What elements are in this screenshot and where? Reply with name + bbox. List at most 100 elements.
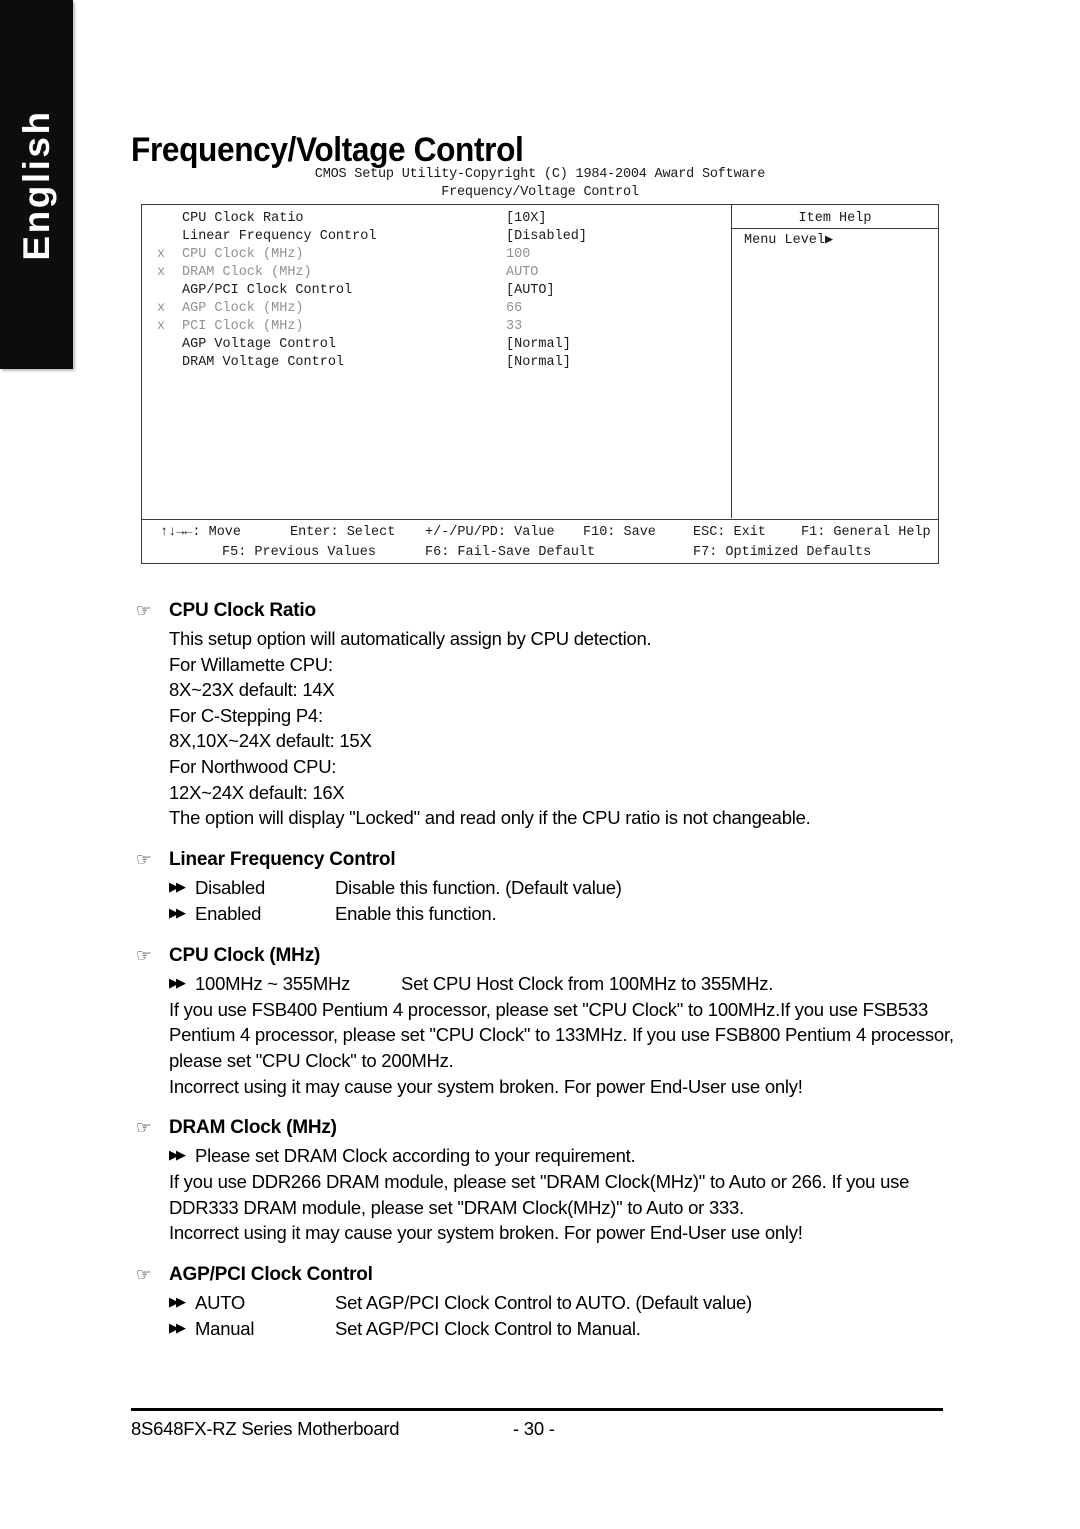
option-row: ▶▶ Disabled Disable this function. (Defau… bbox=[131, 875, 963, 901]
double-arrow-icon: ▶▶ bbox=[169, 1294, 186, 1310]
footer-document-title: 8S648FX-RZ Series Motherboard bbox=[131, 1418, 400, 1439]
option-row: ▶▶ Enabled Enable this function. bbox=[131, 901, 963, 927]
section-heading-label: DRAM Clock (MHz) bbox=[169, 1117, 337, 1139]
row-label: DRAM Voltage Control bbox=[182, 355, 345, 370]
pointing-hand-icon: ☞ bbox=[136, 1118, 152, 1139]
section-heading-label: CPU Clock (MHz) bbox=[169, 944, 321, 966]
bios-row[interactable]: Linear Frequency Control [Disabled] bbox=[142, 228, 731, 246]
item-help-panel: Item Help Menu Level▶ bbox=[731, 205, 938, 518]
section-warning: Incorrect using it may cause your system… bbox=[169, 1222, 803, 1244]
option-row: ▶▶ 100MHz ~ 355MHz Set CPU Host Clock fro… bbox=[131, 971, 963, 997]
option-name: 100MHz ~ 355MHz bbox=[195, 972, 351, 994]
footer-page-number: - 30 - bbox=[513, 1418, 555, 1439]
section-heading: ☞ CPU Clock (MHz) bbox=[131, 941, 963, 971]
page-title: Frequency/Voltage Control bbox=[131, 130, 524, 169]
option-desc: Enable this function. bbox=[335, 902, 497, 924]
section-heading: ☞ DRAM Clock (MHz) bbox=[131, 1113, 963, 1143]
option-desc: Disable this function. (Default value) bbox=[335, 876, 622, 898]
key-general-help: F1: General Help bbox=[801, 525, 931, 540]
option-name: Please set DRAM Clock according to your … bbox=[195, 1145, 636, 1167]
section-text-line: 8X,10X~24X default: 15X bbox=[169, 730, 372, 752]
row-value: 33 bbox=[506, 319, 523, 334]
section-agp-pci-clock-control: ☞ AGP/PCI Clock Control ▶▶ AUTO Set AGP/P… bbox=[131, 1260, 963, 1342]
language-tab: English bbox=[0, 0, 73, 369]
option-name: Disabled bbox=[195, 876, 265, 898]
option-desc: Set AGP/PCI Clock Control to AUTO. (Defa… bbox=[335, 1291, 752, 1313]
footer-row: 8S648FX-RZ Series Motherboard - 30 - bbox=[131, 1411, 943, 1441]
double-arrow-icon: ▶▶ bbox=[169, 879, 186, 895]
bios-row: x AGP Clock (MHz) 66 bbox=[142, 300, 731, 318]
pointing-hand-icon: ☞ bbox=[136, 1264, 152, 1285]
bios-caption-menu-name: Frequency/Voltage Control bbox=[441, 185, 639, 200]
item-help-text: Menu Level▶ bbox=[744, 233, 834, 248]
section-text-line: 8X~23X default: 14X bbox=[169, 679, 335, 701]
double-arrow-icon: ▶▶ bbox=[169, 1320, 186, 1336]
section-cpu-clock-ratio: ☞ CPU Clock Ratio This setup option will… bbox=[131, 596, 963, 831]
row-value[interactable]: [Normal] bbox=[506, 336, 571, 354]
section-text-line: For Willamette CPU: bbox=[169, 653, 333, 675]
row-value: 100 bbox=[506, 247, 531, 262]
key-previous-values: F5: Previous Values bbox=[222, 545, 376, 560]
bios-row[interactable]: CPU Clock Ratio [10X] bbox=[142, 210, 731, 228]
section-linear-frequency-control: ☞ Linear Frequency Control ▶▶ Disabled Di… bbox=[131, 845, 963, 927]
section-text-line: For C-Stepping P4: bbox=[169, 704, 323, 726]
row-value[interactable]: [10X] bbox=[506, 210, 547, 228]
bios-row: x DRAM Clock (MHz) AUTO bbox=[142, 264, 731, 282]
bios-row[interactable]: AGP Voltage Control [Normal] bbox=[142, 336, 731, 354]
section-heading: ☞ Linear Frequency Control bbox=[131, 845, 963, 875]
row-disabled-marker: x bbox=[157, 319, 166, 334]
bios-screen: CMOS Setup Utility-Copyright (C) 1984-20… bbox=[141, 166, 939, 564]
double-arrow-icon: ▶▶ bbox=[169, 975, 186, 991]
key-optimized-defaults: F7: Optimized Defaults bbox=[693, 545, 872, 560]
bios-key-legend-line1: ↑↓→←: Move Enter: Select +/-/PU/PD: Valu… bbox=[142, 523, 938, 543]
row-value: 66 bbox=[506, 301, 523, 316]
option-desc: Set AGP/PCI Clock Control to Manual. bbox=[335, 1317, 641, 1339]
section-text-line: For Northwood CPU: bbox=[169, 755, 337, 777]
pointing-hand-icon: ☞ bbox=[136, 849, 152, 870]
row-label: PCI Clock (MHz) bbox=[182, 319, 304, 334]
row-disabled-marker: x bbox=[157, 265, 166, 280]
bios-window: CPU Clock Ratio [10X] Linear Frequency C… bbox=[141, 204, 939, 564]
bios-row[interactable]: DRAM Voltage Control [Normal] bbox=[142, 354, 731, 372]
section-heading: ☞ CPU Clock Ratio bbox=[131, 596, 963, 626]
bios-row: x CPU Clock (MHz) 100 bbox=[142, 246, 731, 264]
manual-content: ☞ CPU Clock Ratio This setup option will… bbox=[131, 596, 963, 1344]
key-select: Enter: Select bbox=[290, 525, 396, 540]
option-row: ▶▶ AUTO Set AGP/PCI Clock Control to AUTO… bbox=[131, 1290, 963, 1316]
key-value: +/-/PU/PD: Value bbox=[425, 525, 555, 540]
row-label: DRAM Clock (MHz) bbox=[182, 265, 312, 280]
option-name: Manual bbox=[195, 1317, 255, 1339]
section-text-line: 12X~24X default: 16X bbox=[169, 781, 345, 803]
double-arrow-icon: ▶▶ bbox=[169, 905, 186, 921]
row-label: Linear Frequency Control bbox=[182, 229, 377, 244]
key-save: F10: Save bbox=[583, 525, 656, 540]
option-desc: Set CPU Host Clock from 100MHz to 355MHz… bbox=[401, 972, 774, 994]
key-move: ↑↓→←: Move bbox=[160, 525, 242, 540]
row-value: AUTO bbox=[506, 265, 539, 280]
row-value[interactable]: [Normal] bbox=[506, 354, 571, 372]
pointing-hand-icon: ☞ bbox=[136, 945, 152, 966]
bios-settings-list: CPU Clock Ratio [10X] Linear Frequency C… bbox=[142, 205, 731, 518]
row-label: AGP Voltage Control bbox=[182, 337, 336, 352]
section-cpu-clock-mhz: ☞ CPU Clock (MHz) ▶▶ 100MHz ~ 355MHz Set … bbox=[131, 941, 963, 1099]
row-value[interactable]: [AUTO] bbox=[506, 282, 555, 300]
row-label: AGP Clock (MHz) bbox=[182, 301, 304, 316]
bios-row[interactable]: AGP/PCI Clock Control [AUTO] bbox=[142, 282, 731, 300]
section-heading-label: CPU Clock Ratio bbox=[169, 600, 316, 621]
key-fail-save-default: F6: Fail-Save Default bbox=[425, 545, 596, 560]
section-warning: Incorrect using it may cause your system… bbox=[169, 1075, 803, 1097]
section-heading: ☞ AGP/PCI Clock Control bbox=[131, 1260, 963, 1290]
option-row: ▶▶ Please set DRAM Clock according to yo… bbox=[131, 1143, 963, 1169]
section-dram-clock-mhz: ☞ DRAM Clock (MHz) ▶▶ Please set DRAM Cl… bbox=[131, 1113, 963, 1246]
row-value[interactable]: [Disabled] bbox=[506, 228, 587, 246]
bios-caption-copyright: CMOS Setup Utility-Copyright (C) 1984-20… bbox=[314, 167, 766, 182]
section-text-line: This setup option will automatically ass… bbox=[169, 628, 652, 649]
section-heading-label: Linear Frequency Control bbox=[169, 848, 396, 870]
item-help-title: Item Help bbox=[732, 205, 938, 229]
key-exit: ESC: Exit bbox=[693, 525, 766, 540]
row-disabled-marker: x bbox=[157, 247, 166, 262]
option-name: Enabled bbox=[195, 902, 262, 924]
row-label: CPU Clock (MHz) bbox=[182, 247, 304, 262]
section-paragraph: If you use DDR266 DRAM module, please se… bbox=[169, 1171, 910, 1218]
option-row: ▶▶ Manual Set AGP/PCI Clock Control to Ma… bbox=[131, 1316, 963, 1342]
